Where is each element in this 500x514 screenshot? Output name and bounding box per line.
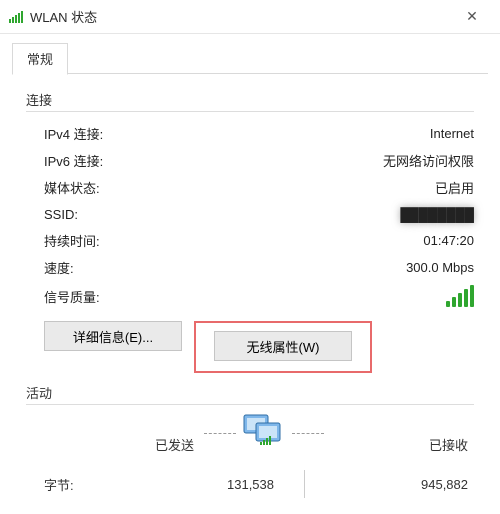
- group-connection: 连接 IPv4 连接: Internet IPv6 连接: 无网络访问权限 媒体…: [26, 80, 474, 373]
- label-speed: 速度:: [44, 258, 74, 277]
- label-ssid: SSID:: [44, 207, 78, 222]
- label-media: 媒体状态:: [44, 178, 100, 197]
- activity-header: 已发送: [26, 413, 474, 454]
- label-signal: 信号质量:: [44, 287, 100, 306]
- title-bar: WLAN 状态 ✕: [0, 0, 500, 34]
- value-speed: 300.0 Mbps: [406, 260, 474, 275]
- row-bytes: 字节: 131,538 945,882: [26, 454, 474, 498]
- close-button[interactable]: ✕: [448, 0, 496, 34]
- value-media: 已启用: [435, 178, 474, 197]
- wireless-properties-button[interactable]: 无线属性(W): [214, 331, 352, 361]
- group-connection-title: 连接: [26, 80, 474, 111]
- row-signal: 信号质量:: [26, 281, 474, 311]
- value-ipv6: 无网络访问权限: [383, 151, 474, 170]
- label-duration: 持续时间:: [44, 231, 100, 250]
- dash-left-icon: [204, 433, 236, 434]
- tab-general-label: 常规: [27, 52, 53, 67]
- row-ipv4: IPv4 连接: Internet: [26, 120, 474, 147]
- close-icon: ✕: [466, 8, 478, 25]
- activity-sent-label: 已发送: [44, 435, 194, 454]
- label-ipv6: IPv6 连接:: [44, 151, 103, 170]
- activity-received-label: 已接收: [334, 435, 474, 454]
- divider-icon: [274, 470, 334, 498]
- group-activity-title: 活动: [26, 373, 474, 404]
- signal-strength-icon: [446, 285, 474, 307]
- row-duration: 持续时间: 01:47:20: [26, 227, 474, 254]
- tab-general[interactable]: 常规: [12, 43, 68, 75]
- details-button-label: 详细信息(E)...: [73, 330, 153, 345]
- value-bytes-sent: 131,538: [124, 477, 274, 492]
- row-ssid: SSID: ████████: [26, 201, 474, 227]
- label-ipv4: IPv4 连接:: [44, 124, 103, 143]
- wlan-signal-icon: [8, 9, 24, 25]
- row-ipv6: IPv6 连接: 无网络访问权限: [26, 147, 474, 174]
- label-bytes: 字节:: [44, 475, 124, 494]
- group-activity: 活动 已发送: [26, 373, 474, 498]
- connection-button-row: 详细信息(E)... 无线属性(W): [44, 321, 474, 373]
- wireless-properties-button-label: 无线属性(W): [247, 340, 320, 355]
- row-speed: 速度: 300.0 Mbps: [26, 254, 474, 281]
- highlight-box: 无线属性(W): [194, 321, 372, 373]
- window-title: WLAN 状态: [30, 7, 448, 26]
- tab-strip: 常规: [0, 34, 500, 74]
- value-duration: 01:47:20: [423, 233, 474, 248]
- value-bytes-received: 945,882: [334, 477, 474, 492]
- details-button[interactable]: 详细信息(E)...: [44, 321, 182, 351]
- value-ipv4: Internet: [430, 126, 474, 141]
- row-media: 媒体状态: 已启用: [26, 174, 474, 201]
- value-ssid: ████████: [400, 207, 474, 222]
- dash-right-icon: [292, 433, 324, 434]
- network-computers-icon: [242, 413, 286, 454]
- dialog-content: 连接 IPv4 连接: Internet IPv6 连接: 无网络访问权限 媒体…: [0, 74, 500, 508]
